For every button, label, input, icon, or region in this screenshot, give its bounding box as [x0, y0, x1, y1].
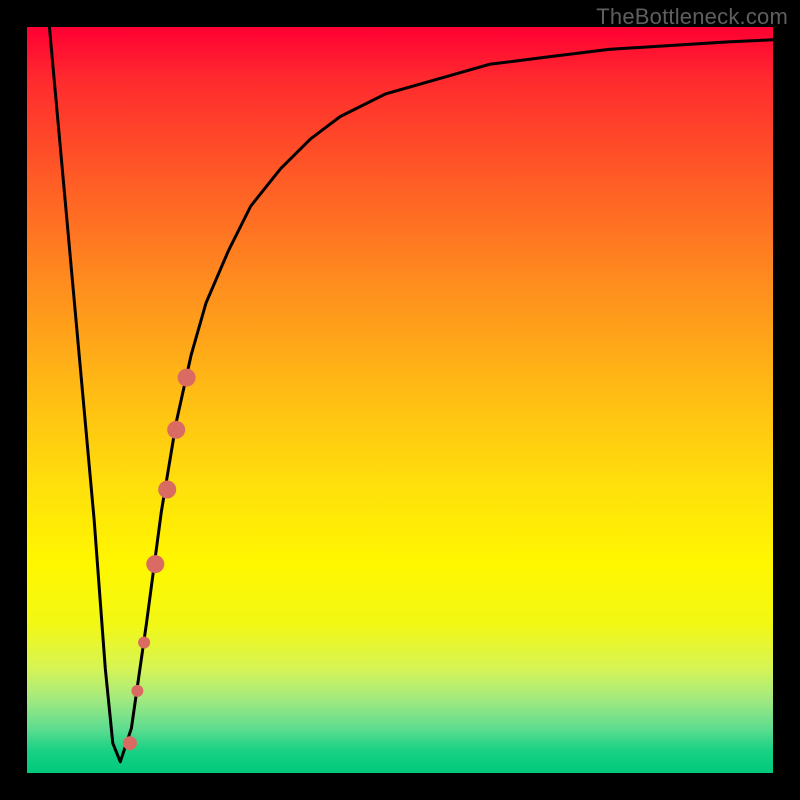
- watermark-text: TheBottleneck.com: [596, 4, 788, 30]
- highlight-point: [123, 736, 137, 750]
- bottleneck-curve: [49, 27, 773, 762]
- highlight-point: [158, 481, 176, 499]
- chart-svg: [27, 27, 773, 773]
- highlight-point: [138, 637, 150, 649]
- highlight-point: [146, 555, 164, 573]
- chart-frame: TheBottleneck.com: [0, 0, 800, 800]
- highlighted-points-group: [123, 369, 196, 751]
- highlight-point: [167, 421, 185, 439]
- highlight-point: [178, 369, 196, 387]
- highlight-point: [131, 685, 143, 697]
